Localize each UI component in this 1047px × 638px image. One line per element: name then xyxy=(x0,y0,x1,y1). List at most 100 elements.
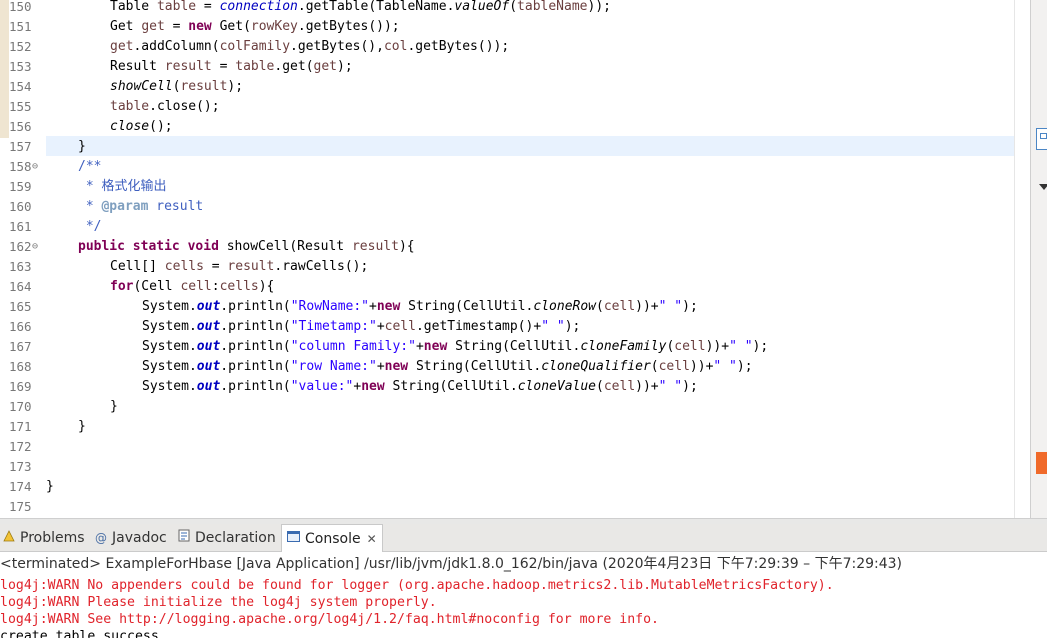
code-line[interactable]: 174} xyxy=(0,477,1030,497)
tab-console-label: Console xyxy=(305,530,361,547)
console-line: log4j:WARN See http://logging.apache.org… xyxy=(0,612,659,627)
line-number: 161 xyxy=(9,219,32,234)
overview-marker[interactable] xyxy=(1036,452,1047,474)
line-number: 155 xyxy=(9,99,32,114)
line-number: 156 xyxy=(9,119,32,134)
code-line[interactable]: 162 ⊖ public static void showCell(Result r… xyxy=(0,237,1030,257)
tab-declaration-label: Declaration xyxy=(195,529,276,546)
code-line[interactable]: 167 System.out.println("column Family:"+n… xyxy=(0,337,1030,357)
code-line[interactable]: 169 System.out.println("value:"+new Strin… xyxy=(0,377,1030,397)
line-number: 167 xyxy=(9,339,32,354)
line-number: 175 xyxy=(9,499,32,514)
code-line[interactable]: 164 for(Cell cell:cells){ xyxy=(0,277,1030,297)
code-line[interactable]: 157} xyxy=(0,137,1030,157)
line-number: 165 xyxy=(9,299,32,314)
code-line[interactable]: 155 table.close(); xyxy=(0,97,1030,117)
code-text: Table table = connection.getTable(TableN… xyxy=(110,0,611,14)
line-number: 154 xyxy=(9,79,32,94)
code-line[interactable]: 158 ⊖/** xyxy=(0,157,1030,177)
code-text: System.out.println("RowName:"+new String… xyxy=(142,299,698,314)
console-status-header: <terminated> ExampleForHbase [Java Appli… xyxy=(0,556,903,572)
code-line[interactable]: 151 Get get = new Get(rowKey.getBytes()); xyxy=(0,17,1030,37)
code-line[interactable]: 171} xyxy=(0,417,1030,437)
code-line[interactable]: 168 System.out.println("row Name:"+new St… xyxy=(0,357,1030,377)
problems-icon xyxy=(3,529,15,546)
console-icon xyxy=(287,530,300,547)
line-number: 157 xyxy=(9,139,32,154)
code-text: Result result = table.get(get); xyxy=(110,59,353,74)
code-text: System.out.println("Timetamp:"+cell.getT… xyxy=(142,319,581,334)
code-text: /** xyxy=(78,159,102,174)
code-line[interactable]: 160 * @param result xyxy=(0,197,1030,217)
tab-javadoc-label: Javadoc xyxy=(112,529,167,546)
line-number: 170 xyxy=(9,399,32,414)
code-text: } xyxy=(78,419,86,434)
code-line[interactable]: 156 close(); xyxy=(0,117,1030,137)
tab-javadoc[interactable]: @ Javadoc xyxy=(95,524,167,551)
fold-toggle-icon[interactable]: ⊖ xyxy=(32,157,38,177)
code-text: Get get = new Get(rowKey.getBytes()); xyxy=(110,19,400,34)
code-text: public static void showCell(Result resul… xyxy=(78,239,415,254)
code-text: for(Cell cell:cells){ xyxy=(110,279,275,294)
line-number: 166 xyxy=(9,319,32,334)
code-line[interactable]: 161 */ xyxy=(0,217,1030,237)
code-line[interactable]: 165 System.out.println("RowName:"+new Str… xyxy=(0,297,1030,317)
code-text: */ xyxy=(78,219,102,234)
code-line[interactable]: 175 xyxy=(0,497,1030,517)
console-output[interactable]: log4j:WARN No appenders could be found f… xyxy=(0,576,1047,638)
code-line[interactable]: 163 Cell[] cells = result.rawCells(); xyxy=(0,257,1030,277)
code-text: table.close(); xyxy=(110,99,220,114)
line-number: 172 xyxy=(9,439,32,454)
code-text: } xyxy=(110,399,118,414)
console-line: log4j:WARN Please initialize the log4j s… xyxy=(0,595,437,610)
line-number: 173 xyxy=(9,459,32,474)
line-number: 168 xyxy=(9,359,32,374)
code-text: close(); xyxy=(110,119,173,134)
code-text: get.addColumn(colFamily.getBytes(),col.g… xyxy=(110,39,510,54)
code-line[interactable]: 150 Table table = connection.getTable(Tab… xyxy=(0,0,1030,17)
line-number: 159 xyxy=(9,179,32,194)
code-text: Cell[] cells = result.rawCells(); xyxy=(110,259,369,274)
code-text: * 格式化输出 xyxy=(78,179,167,194)
code-text: System.out.println("value:"+new String(C… xyxy=(142,379,698,394)
line-number: 151 xyxy=(9,19,32,34)
code-text: * @param result xyxy=(78,199,204,214)
tab-console[interactable]: Console ✕ xyxy=(281,524,383,552)
javadoc-icon: @ xyxy=(95,530,107,545)
code-text: } xyxy=(78,139,86,154)
close-icon[interactable]: ✕ xyxy=(367,532,377,546)
line-number: 152 xyxy=(9,39,32,54)
dropdown-triangle-icon[interactable] xyxy=(1039,184,1047,190)
overview-ruler[interactable] xyxy=(1014,0,1030,518)
line-number: 160 xyxy=(9,199,32,214)
tab-problems[interactable]: Problems xyxy=(3,524,85,551)
console-line: log4j:WARN No appenders could be found f… xyxy=(0,578,834,593)
console-line: create table success xyxy=(0,629,159,638)
fold-toggle-icon[interactable]: ⊖ xyxy=(32,237,38,257)
code-text: showCell(result); xyxy=(110,79,244,94)
line-number: 164 xyxy=(9,279,32,294)
tab-declaration[interactable]: Declaration xyxy=(178,524,276,551)
line-number: 174 xyxy=(9,479,32,494)
outline-view-icon-detail xyxy=(1040,133,1047,139)
code-line[interactable]: 152 get.addColumn(colFamily.getBytes(),co… xyxy=(0,37,1030,57)
code-line[interactable]: 173 xyxy=(0,457,1030,477)
line-number: 150 xyxy=(9,0,32,14)
code-line[interactable]: 172 xyxy=(0,437,1030,457)
line-number: 169 xyxy=(9,379,32,394)
code-line[interactable]: 153 Result result = table.get(get); xyxy=(0,57,1030,77)
line-number: 171 xyxy=(9,419,32,434)
declaration-icon xyxy=(178,529,190,546)
code-line[interactable]: 170} xyxy=(0,397,1030,417)
outline-view-icon[interactable] xyxy=(1036,128,1047,150)
code-editor[interactable]: 150 Table table = connection.getTable(Tab… xyxy=(0,0,1030,518)
line-number: 163 xyxy=(9,259,32,274)
code-text: } xyxy=(46,479,54,494)
code-text: System.out.println("row Name:"+new Strin… xyxy=(142,359,753,374)
right-trim-panel xyxy=(1030,0,1047,518)
code-line[interactable]: 154 showCell(result); xyxy=(0,77,1030,97)
code-line[interactable]: 166 System.out.println("Timetamp:"+cell.g… xyxy=(0,317,1030,337)
code-text: System.out.println("column Family:"+new … xyxy=(142,339,769,354)
bottom-panel-tabbar: Problems @ Javadoc Declaration Console ✕ xyxy=(0,524,1047,552)
code-line[interactable]: 159 * 格式化输出 xyxy=(0,177,1030,197)
